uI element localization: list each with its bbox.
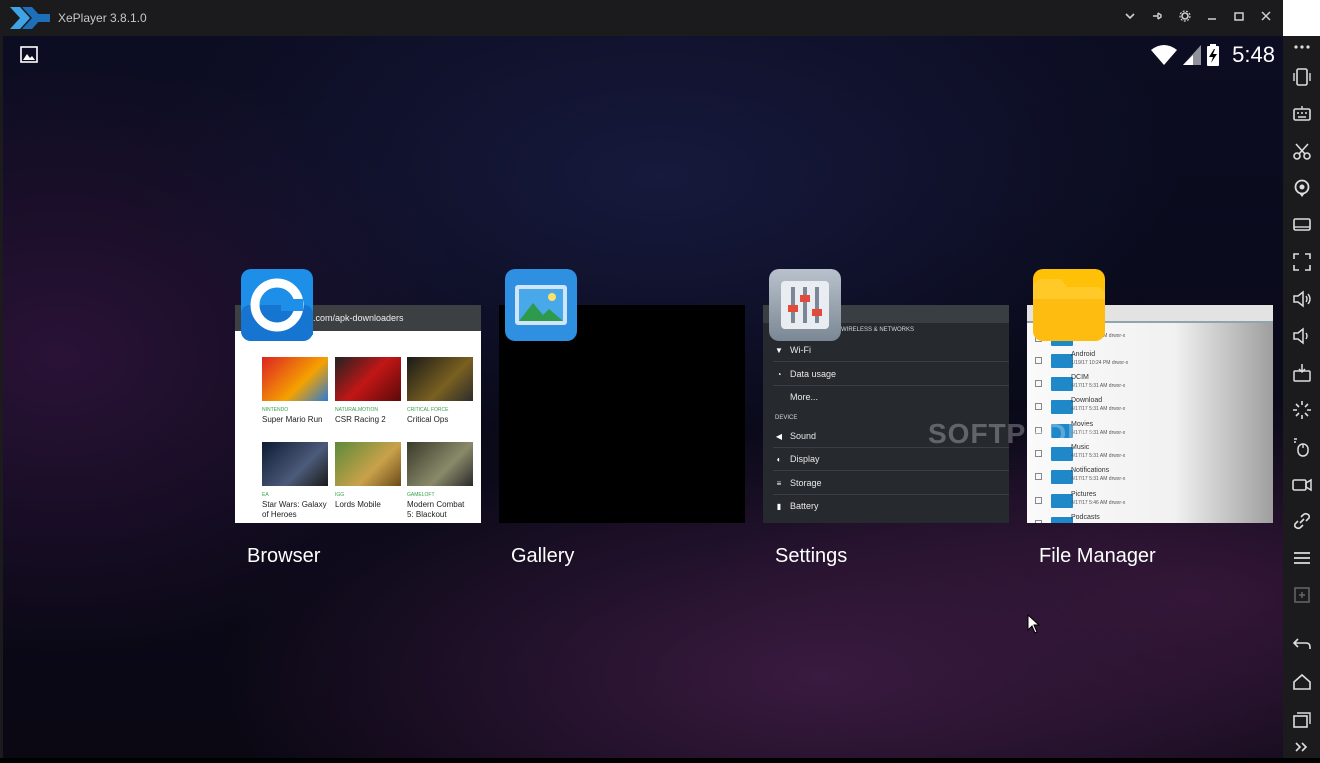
browser-tile: IGG Lords Mobile: [335, 442, 401, 510]
keyboard-icon[interactable]: [1291, 103, 1313, 125]
chevron-down-icon[interactable]: [1120, 8, 1140, 28]
shake-icon[interactable]: [1291, 66, 1313, 88]
clock: 5:48: [1232, 42, 1275, 67]
wifi-icon: [1151, 45, 1178, 65]
window-title: XePlayer 3.8.1.0: [58, 11, 147, 25]
location-icon[interactable]: [1291, 177, 1313, 199]
watermark: SOFTPEDIA: [928, 418, 1098, 449]
file-manager-icon[interactable]: [1033, 269, 1105, 341]
display-icon: ◐: [776, 455, 782, 464]
folder-icon: [1051, 494, 1073, 508]
loading-icon[interactable]: [1291, 399, 1313, 421]
settings-icon[interactable]: [769, 269, 841, 341]
storage-icon: ≡: [776, 479, 782, 488]
right-toolbar: [1283, 36, 1320, 758]
back-icon[interactable]: [1291, 632, 1313, 654]
screen-icon[interactable]: [1291, 214, 1313, 236]
mouse-cursor-icon: [1027, 614, 1041, 634]
pin-icon[interactable]: [1147, 8, 1167, 28]
apk-install-icon[interactable]: [1291, 362, 1313, 384]
gallery-icon[interactable]: [505, 269, 577, 341]
browser-tile: GAMELOFT Modern Combat 5: Blackout: [407, 442, 473, 520]
status-bar: 5:48: [1150, 42, 1275, 68]
minimize-icon[interactable]: [1202, 8, 1222, 28]
more-icon[interactable]: [1291, 38, 1313, 60]
battery-charging-icon: [1207, 44, 1220, 66]
title-bar: XePlayer 3.8.1.0: [0, 0, 1283, 36]
xeplayer-logo-icon: [10, 7, 50, 29]
browser-tile: CRITICAL FORCE Critical Ops: [407, 357, 473, 425]
video-record-icon[interactable]: [1291, 473, 1313, 495]
data-usage-icon: ◔: [776, 370, 782, 379]
folder-icon: [1051, 470, 1073, 484]
recents-icon[interactable]: [1291, 709, 1313, 731]
app-label-settings: Settings: [775, 545, 848, 567]
multi-instance-icon[interactable]: [1291, 584, 1313, 606]
image-icon: [20, 46, 38, 63]
browser-tile: NINTENDO Super Mario Run: [262, 357, 328, 425]
browser-tile: EA Star Wars: Galaxy of Heroes: [262, 442, 328, 520]
gear-icon[interactable]: [1175, 8, 1195, 28]
browser-icon[interactable]: [241, 269, 313, 341]
close-icon[interactable]: [1256, 8, 1276, 28]
app-label-browser: Browser: [247, 545, 321, 567]
scissors-icon[interactable]: [1291, 140, 1313, 162]
signal-icon: [1183, 45, 1202, 65]
browser-tile: NATURALMOTION CSR Racing 2: [335, 357, 401, 425]
window-corner: [1283, 0, 1320, 36]
folder-icon: [1051, 400, 1073, 414]
app-label-file-manager: File Manager: [1039, 545, 1156, 567]
fullscreen-icon[interactable]: [1291, 251, 1313, 273]
home-icon[interactable]: [1291, 671, 1313, 693]
folder-icon: [1051, 517, 1073, 523]
folder-icon: [1051, 377, 1073, 391]
battery-icon: ▮: [776, 502, 782, 511]
menu-icon[interactable]: [1291, 547, 1313, 569]
folder-icon: [1051, 354, 1073, 368]
sound-icon: ◀: [775, 432, 783, 441]
volume-up-icon[interactable]: [1291, 288, 1313, 310]
app-label-gallery: Gallery: [511, 545, 575, 567]
volume-down-icon[interactable]: [1291, 325, 1313, 347]
link-icon[interactable]: [1291, 510, 1313, 532]
wifi-icon: ▼: [775, 346, 783, 355]
macro-icon[interactable]: [1291, 436, 1313, 458]
maximize-icon[interactable]: [1229, 8, 1249, 28]
expand-icon[interactable]: [1291, 736, 1313, 758]
